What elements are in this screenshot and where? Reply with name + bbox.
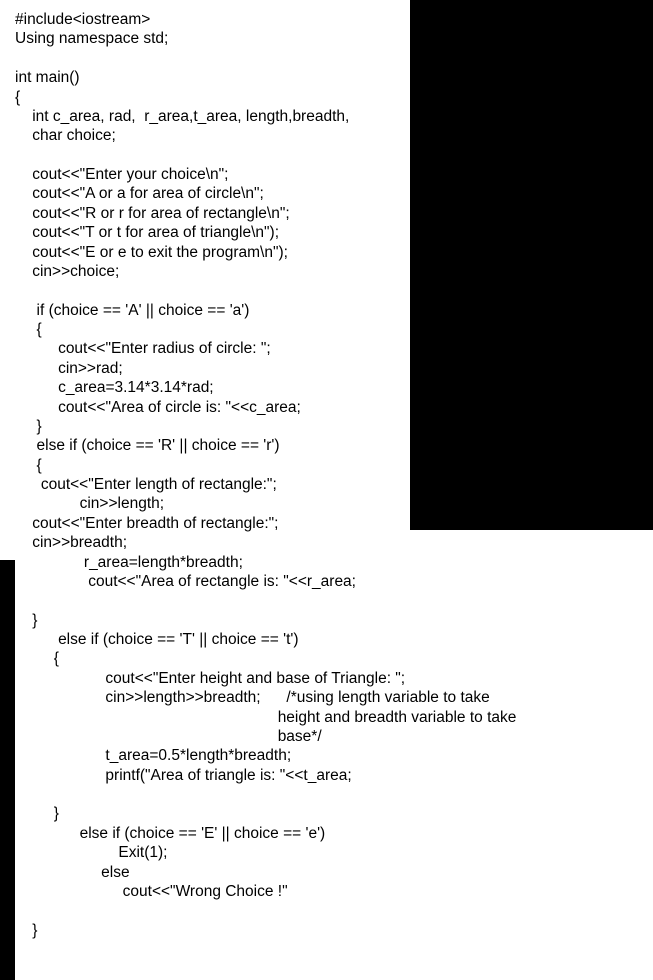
code-block: #include<iostream> Using namespace std; … xyxy=(15,10,645,940)
